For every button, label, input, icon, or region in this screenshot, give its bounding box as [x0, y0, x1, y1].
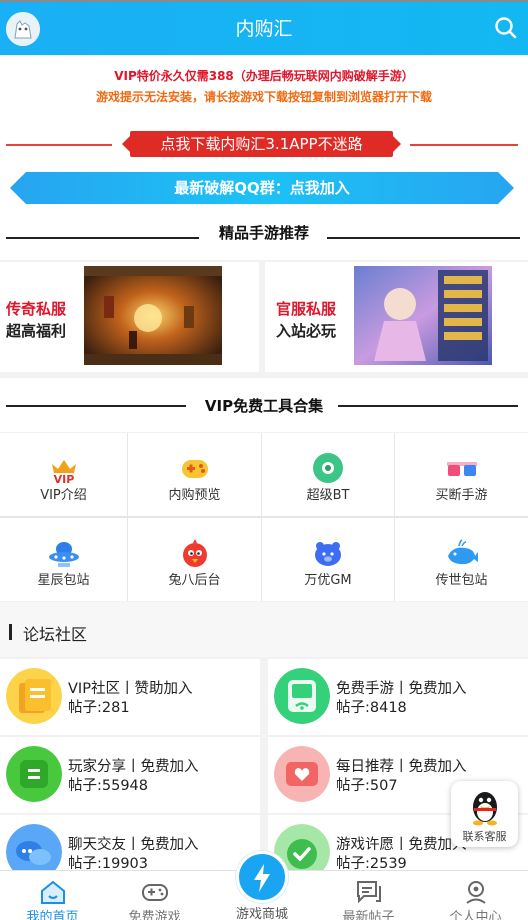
tab-home[interactable]: 我的首页 — [0, 871, 105, 920]
notice-banner: VIP特价永久仅需388（办理后畅玩联网内购破解手游） 游戏提示无法安装，请长按… — [0, 55, 528, 125]
folder-icon — [6, 668, 62, 724]
disc-icon — [311, 451, 345, 485]
tab-label: 最新帖子 — [342, 910, 395, 920]
tool-buyout-games[interactable]: 买断手游 — [395, 433, 528, 516]
tool-label: VIP介绍 — [40, 488, 87, 503]
promo-card-official[interactable]: 官服私服 入站必玩 — [265, 262, 528, 372]
person-icon — [462, 879, 490, 905]
tools-section-header: VIP免费工具合集 — [0, 378, 528, 432]
tool-wanyou-gm[interactable]: 万优GM — [262, 518, 394, 601]
vip-price-notice: VIP特价永久仅需388（办理后畅玩联网内购破解手游） — [114, 69, 414, 83]
tool-chuanshi-station[interactable]: 传世包站 — [395, 518, 528, 601]
app-root: 内购汇 VIP特价永久仅需388（办理后畅玩联网内购破解手游） 游戏提示无法安装… — [0, 0, 528, 920]
tool-label: 内购预览 — [168, 488, 221, 503]
download-app-button[interactable]: 点我下载内购汇3.1APP不迷路 — [122, 131, 401, 157]
forum-name: 聊天交友丨免费加入 — [68, 837, 199, 853]
3d-glasses-icon — [445, 451, 479, 485]
forum-name: 游戏许愿丨免费加入 — [336, 837, 467, 853]
qq-group-row: 最新破解QQ群：点我加入 — [0, 165, 528, 213]
tab-label: 免费游戏 — [128, 910, 181, 920]
forum-post-count: 帖子:281 — [68, 700, 130, 716]
tools-grid: VIP VIP介绍 内购预览 超级BT 买断手游 星辰包站 兔八后台 万优GM … — [0, 433, 528, 601]
qq-penguin-icon — [468, 787, 502, 827]
tool-label: 万优GM — [304, 573, 352, 588]
tool-xingchen-station[interactable]: 星辰包站 — [0, 518, 127, 601]
install-tip-notice: 游戏提示无法安装，请长按游戏下载按钮复制到浏览器打开下载 — [95, 90, 432, 104]
tool-label: 传世包站 — [435, 573, 488, 588]
top-bar: 内购汇 — [0, 0, 528, 55]
tab-latest-posts[interactable]: 最新帖子 — [316, 871, 421, 920]
join-qq-group-button[interactable]: 最新破解QQ群：点我加入 — [10, 172, 514, 204]
promo-card-legend[interactable]: 传奇私服 超高福利 — [0, 262, 259, 372]
tool-label: 买断手游 — [435, 488, 488, 503]
forum-section-title: 论坛社区 — [23, 625, 88, 644]
forum-post-count: 帖子:8418 — [336, 700, 407, 716]
tab-label: 个人中心 — [449, 910, 502, 920]
promo-title: 传奇私服 — [6, 300, 67, 318]
tools-section-title: VIP免费工具合集 — [204, 397, 324, 415]
tool-label: 超级BT — [306, 488, 350, 503]
forum-name: 免费手游丨免费加入 — [336, 681, 467, 697]
divider-line — [410, 144, 518, 146]
forum-name: 玩家分享丨免费加入 — [68, 759, 199, 775]
promo-subtitle: 超高福利 — [6, 322, 67, 340]
search-icon[interactable] — [494, 16, 518, 40]
forum-card-free-games[interactable]: 免费手游丨免费加入 帖子:8418 — [268, 659, 528, 735]
tab-profile[interactable]: 个人中心 — [423, 871, 528, 920]
promo-image-legend — [84, 266, 222, 365]
promo-image-official — [354, 266, 492, 365]
wifi-tablet-icon — [274, 668, 330, 724]
gamepad-icon — [141, 879, 169, 905]
lightning-icon — [251, 863, 273, 893]
tab-label: 我的首页 — [26, 910, 79, 920]
gamepad-icon — [178, 451, 212, 485]
tool-iap-preview[interactable]: 内购预览 — [128, 433, 261, 516]
heart-message-icon — [274, 746, 330, 802]
forum-name: VIP社区丨赞助加入 — [68, 681, 193, 697]
tab-game-store-label[interactable]: 游戏商城 — [212, 903, 312, 920]
promo-subtitle: 入站必玩 — [276, 322, 337, 340]
tool-super-bt[interactable]: 超级BT — [262, 433, 394, 516]
chat-box-icon — [6, 746, 62, 802]
section-marker — [9, 624, 12, 640]
game-store-center-button[interactable] — [236, 851, 288, 903]
featured-section-title: 精品手游推荐 — [218, 224, 309, 242]
forum-card-vip[interactable]: VIP社区丨赞助加入 帖子:281 — [0, 659, 260, 735]
posts-icon — [355, 879, 383, 905]
tool-label: 兔八后台 — [168, 573, 221, 588]
download-row: 点我下载内购汇3.1APP不迷路 — [0, 125, 528, 165]
forum-name: 每日推荐丨免费加入 — [336, 759, 467, 775]
tool-vip-intro[interactable]: VIP VIP介绍 — [0, 433, 127, 516]
tool-label: 星辰包站 — [37, 573, 90, 588]
forum-section-header: 论坛社区 — [0, 602, 528, 657]
forum-post-count: 帖子:55948 — [68, 778, 149, 794]
ufo-icon — [47, 536, 81, 570]
promo-title: 官服私服 — [276, 300, 337, 318]
bear-icon — [311, 536, 345, 570]
forum-card-player-share[interactable]: 玩家分享丨免费加入 帖子:55948 — [0, 737, 260, 813]
whale-icon — [445, 536, 479, 570]
tool-tuba-backend[interactable]: 兔八后台 — [128, 518, 261, 601]
tab-free-games[interactable]: 免费游戏 — [102, 871, 207, 920]
forum-post-count: 帖子:507 — [336, 778, 398, 794]
customer-service-label: 联系客服 — [462, 830, 507, 843]
vip-crown-icon: VIP — [47, 451, 81, 486]
customer-service-button[interactable]: 联系客服 — [451, 781, 518, 847]
featured-section-header: 精品手游推荐 — [0, 213, 528, 260]
home-icon — [39, 879, 67, 905]
divider-line — [6, 144, 112, 146]
page-title: 内购汇 — [235, 18, 293, 40]
angry-bird-icon — [178, 536, 212, 570]
